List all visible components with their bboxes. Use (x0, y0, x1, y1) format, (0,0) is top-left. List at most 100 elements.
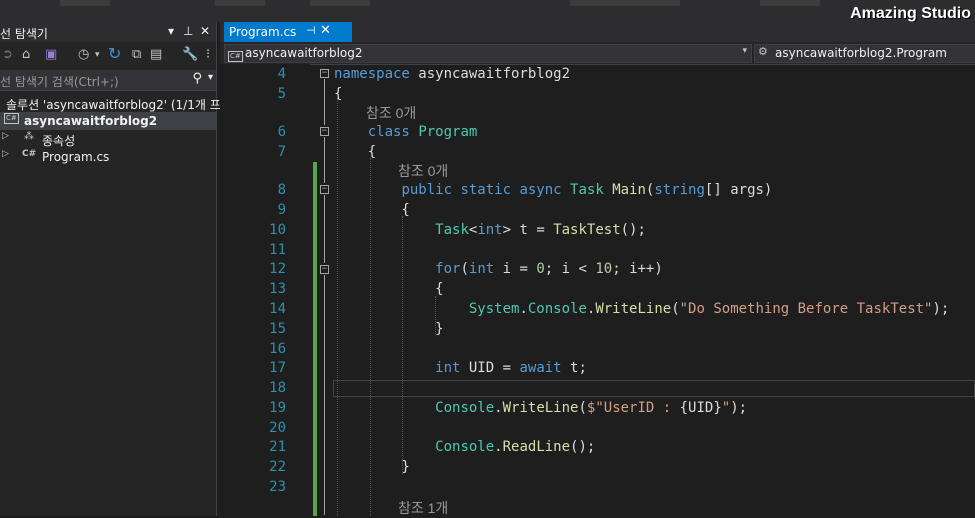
code-token: "Do Something Before TaskTest" (679, 301, 933, 317)
outline-line (324, 195, 325, 263)
line-number: 18 (269, 380, 286, 396)
code-line: { (334, 202, 410, 218)
code-token: ; i++) (612, 261, 663, 277)
code-line: { (334, 144, 376, 160)
code-token: Task (570, 182, 604, 198)
code-token: Console (435, 439, 495, 455)
code-token: WriteLine (502, 400, 579, 416)
code-token: (); (570, 439, 596, 455)
code-token: ( (460, 261, 469, 277)
code-token: $"UserID : (586, 400, 680, 416)
code-token: asyncawaitforblog2 (409, 66, 571, 82)
code-line: Task<int> t = TaskTest(); (334, 222, 646, 238)
code-line: class Program (334, 124, 478, 140)
line-number: 11 (269, 242, 286, 258)
code-token: TaskTest (553, 222, 621, 238)
code-token: Task (435, 222, 469, 238)
line-number: 8 (277, 182, 286, 198)
line-number: 9 (277, 202, 286, 218)
code-line: System.Console.WriteLine("Do Something B… (334, 301, 950, 317)
code-token: UID = (460, 360, 520, 376)
indent-guide (402, 216, 403, 474)
code-line: { (334, 281, 444, 297)
code-token: {UID} (679, 400, 722, 416)
line-number: 13 (269, 281, 286, 297)
codelens-references[interactable]: 참조 0개 (366, 103, 416, 123)
code-token: } (334, 321, 444, 337)
code-token: Main (612, 182, 646, 198)
code-token: ); (730, 400, 748, 416)
code-line: int UID = await t; (334, 360, 587, 376)
collapse-method-icon[interactable]: − (320, 185, 329, 194)
code-token: ReadLine (502, 439, 571, 455)
code-token: Console (527, 301, 587, 317)
line-number: 22 (269, 459, 286, 475)
code-token: ( (671, 301, 680, 317)
code-token: } (334, 459, 410, 475)
line-number: 14 (269, 301, 286, 317)
code-line: } (334, 321, 444, 337)
current-line-highlight (333, 380, 975, 397)
code-token: class (367, 124, 410, 140)
code-token: string (654, 182, 705, 198)
codelens-references[interactable]: 참조 1개 (398, 498, 448, 518)
code-token: System (468, 301, 520, 317)
code-line: Console.ReadLine(); (334, 439, 595, 455)
line-number: 19 (269, 400, 286, 416)
outline-line (324, 275, 325, 515)
code-token: await (519, 360, 562, 376)
code-token: ; i < (544, 261, 596, 277)
codelens-references[interactable]: 참조 0개 (398, 161, 448, 181)
outline-line (324, 79, 325, 125)
code-line: { (334, 86, 342, 102)
code-token: int (477, 222, 503, 238)
line-number: 20 (269, 420, 286, 436)
code-token: { (334, 202, 410, 218)
code-token: " (721, 400, 731, 416)
code-token: [] args) (704, 182, 773, 198)
code-editor[interactable]: − − − − 참조 0개 참조 0개 참조 1개 4 namespace asy… (0, 0, 975, 516)
code-token: i = (494, 261, 537, 277)
collapse-for-loop-icon[interactable]: − (320, 265, 329, 274)
code-token: { (334, 144, 377, 160)
code-line: Console.WriteLine($"UserID : {UID}"); (334, 400, 747, 416)
code-token: t; (561, 360, 587, 376)
code-line: } (334, 459, 410, 475)
line-number: 12 (269, 261, 286, 277)
code-token: ( (578, 400, 587, 416)
line-number: 23 (269, 479, 286, 495)
code-token: . (494, 400, 503, 416)
line-number: 5 (277, 86, 286, 102)
line-number: 6 (277, 124, 286, 140)
change-tracking-bar (313, 162, 317, 516)
code-token: WriteLine (595, 301, 672, 317)
code-token: { (334, 281, 444, 297)
code-token: 0 (536, 261, 545, 277)
code-token: 10 (595, 261, 613, 277)
code-token: Program (418, 124, 478, 140)
code-line: public static async Task Main(string[] a… (334, 182, 772, 198)
code-token: . (519, 301, 528, 317)
code-token: public static async (401, 182, 562, 198)
collapse-namespace-icon[interactable]: − (320, 69, 329, 78)
code-token: { (334, 86, 343, 102)
code-token: > t = (502, 222, 554, 238)
outline-line (324, 137, 325, 183)
code-line: namespace asyncawaitforblog2 (334, 66, 570, 82)
code-token: . (494, 439, 503, 455)
collapse-class-icon[interactable]: − (320, 127, 329, 136)
line-number: 17 (269, 360, 286, 376)
line-number: 15 (269, 321, 286, 337)
line-number: 7 (277, 144, 286, 160)
line-number: 4 (277, 66, 286, 82)
line-number: 21 (269, 439, 286, 455)
